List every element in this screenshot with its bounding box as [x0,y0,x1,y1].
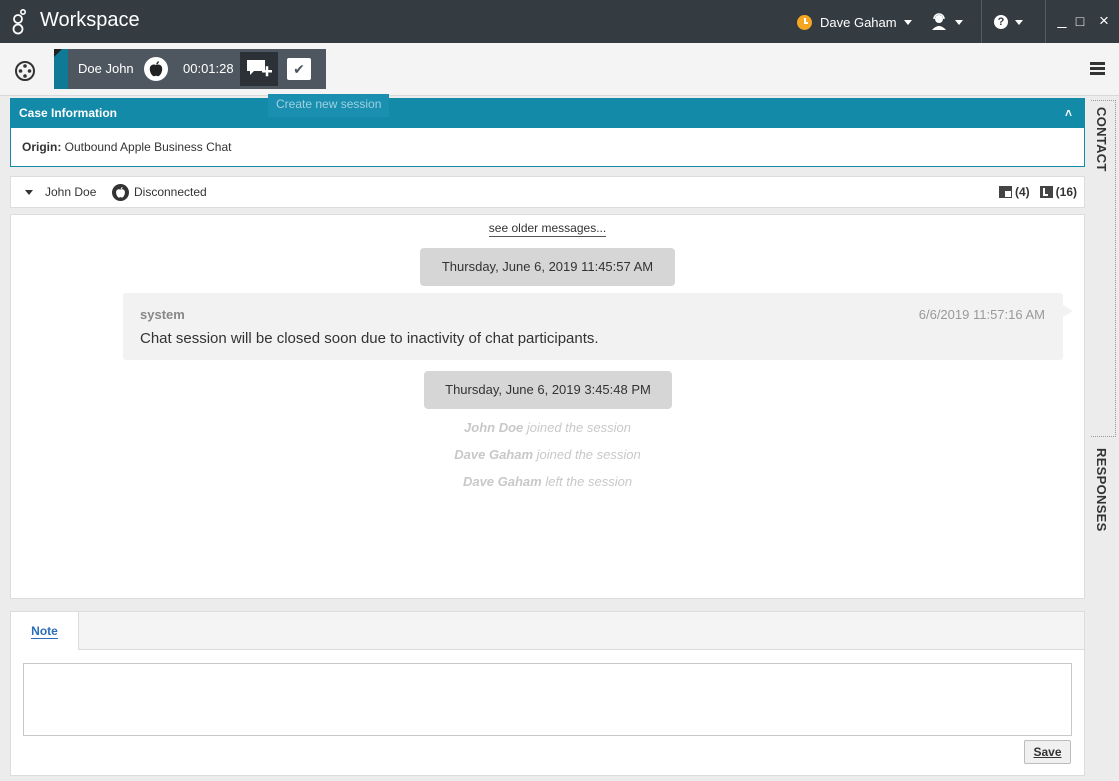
date-separator: Thursday, June 6, 2019 3:45:48 PM [424,371,672,409]
note-tabbar: Note [11,612,1084,650]
case-information-panel: Case Information ˄ Origin: Outbound Appl… [10,98,1085,167]
case-origin-row: Origin: Outbound Apple Business Chat [11,128,1084,166]
divider [1045,0,1046,43]
origin-value: Outbound Apple Business Chat [64,140,232,154]
note-panel: Note Save [10,611,1085,776]
tab-responses[interactable]: RESPONSES [1091,442,1116,542]
tab-note-label: Note [31,624,58,639]
divider [981,0,982,43]
tab-contact-label: CONTACT [1094,107,1109,172]
chat-transcript: see older messages... Thursday, June 6, … [10,214,1085,599]
case-history-icon[interactable] [998,186,1012,198]
interaction-history-icon[interactable] [1039,186,1053,198]
note-input[interactable] [23,663,1072,736]
message-timestamp: 6/6/2019 11:57:16 AM [918,307,1045,322]
agent-headset-icon [932,13,946,30]
main-menu-icon[interactable] [1090,62,1105,76]
tab-responses-label: RESPONSES [1094,448,1109,532]
interaction-tab[interactable]: Doe John 00:01:28 ✔ [54,49,326,89]
maximize-button[interactable]: □ [1072,11,1088,31]
date-separator: Thursday, June 6, 2019 11:45:57 AM [420,248,675,286]
party-counters: (4) (16) [998,185,1077,199]
title-bar: Workspace Dave Gaham ? _ □ × [0,0,1119,43]
app-title: Workspace [40,9,140,31]
case-count[interactable]: (4) [1015,185,1030,199]
side-panel: CONTACT RESPONSES [1087,97,1119,781]
mark-done-button[interactable]: ✔ [287,58,311,80]
agent-status-menu[interactable]: Dave Gaham [797,12,912,32]
help-menu-button[interactable]: ? [994,11,1023,33]
origin-label: Origin: [22,140,62,154]
case-information-header[interactable]: Case Information ˄ [11,99,1084,128]
chevron-down-icon [903,19,912,25]
chat-message: system 6/6/2019 11:57:16 AM Chat session… [123,293,1073,360]
session-event: John Doe joined the session [464,420,631,435]
user-name: Dave Gaham [820,14,897,30]
expand-party-icon[interactable] [25,190,33,195]
interaction-toolbar: Doe John 00:01:28 ✔ [0,43,1119,96]
older-messages-row: see older messages... [11,221,1084,237]
chevron-down-icon [955,19,963,25]
session-event: Dave Gaham left the session [462,474,633,489]
party-name[interactable]: John Doe [45,185,96,199]
team-communicator-icon[interactable] [14,60,36,82]
close-button[interactable]: × [1096,11,1112,31]
save-label: Save [1033,745,1062,759]
new-session-tooltip: Create new session [268,94,390,117]
party-bar: John Doe Disconnected (4) (16) [10,176,1085,208]
interaction-accent [54,49,68,89]
message-sender: system [140,307,185,322]
apple-icon [144,57,168,81]
help-icon: ? [994,15,1008,29]
see-older-messages-link[interactable]: see older messages... [488,221,607,237]
party-status: Disconnected [134,185,207,199]
new-session-button[interactable] [240,52,278,86]
tab-note[interactable]: Note [11,612,79,650]
tab-contact[interactable]: CONTACT [1091,100,1116,437]
agent-menu-button[interactable] [930,11,963,33]
clock-status-icon [797,14,812,30]
message-text: Chat session will be closed soon due to … [140,330,599,347]
apple-icon [112,184,129,201]
save-button[interactable]: Save [1024,740,1071,764]
history-count[interactable]: (16) [1056,185,1077,199]
interaction-timer: 00:01:28 [183,61,234,76]
minimize-button[interactable]: _ [1054,11,1070,31]
contact-name: Doe John [78,61,134,76]
new-chat-session-icon [247,60,272,77]
session-event: Dave Gaham joined the session [454,447,641,462]
case-information-title: Case Information [19,106,118,120]
genesys-logo-icon [12,9,26,35]
chevron-down-icon [1015,19,1023,25]
collapse-icon[interactable]: ˄ [1065,99,1072,127]
